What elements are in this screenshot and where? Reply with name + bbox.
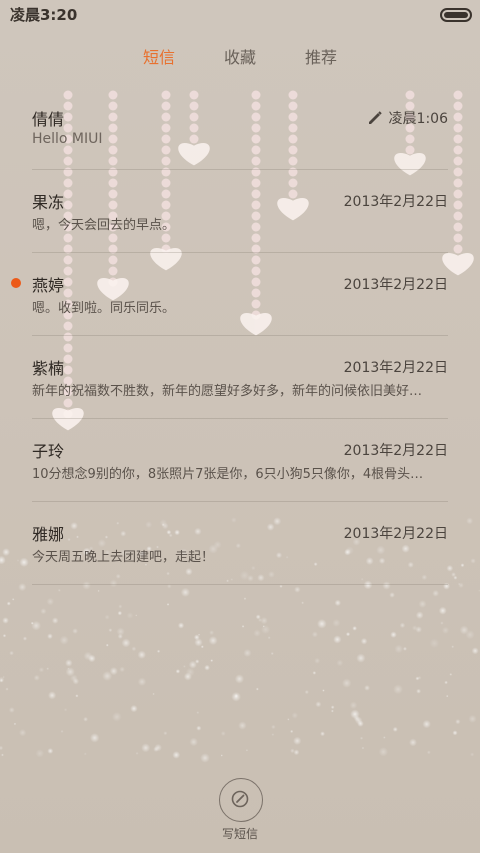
row-divider [32,418,448,419]
row-divider [32,169,448,170]
message-snippet: 10分想念9别的你，8张照片7张是你，6只小狗5只像你，4根骨头… [32,467,424,482]
contact-name: 子玲 [32,442,65,461]
conversation-row[interactable]: 子玲 2013年2月22日 10分想念9别的你，8张照片7张是你，6只小狗5只像… [0,420,480,502]
status-time: 凌晨3:20 [10,6,78,24]
contact-name: 雅娜 [32,525,65,544]
message-date: 2013年2月22日 [343,443,448,459]
row-divider [32,501,448,502]
message-snippet: 新年的祝福数不胜数，新年的愿望好多好多，新年的问候依旧美好… [32,384,423,399]
message-snippet: 嗯。收到啦。同乐同乐。 [32,301,176,316]
tab-recommended[interactable]: 推荐 [291,44,351,68]
contact-name: 倩倩 [32,110,65,129]
message-snippet: 嗯，今天会回去的早点。 [32,218,176,233]
status-bar: 凌晨3:20 [0,0,480,28]
tab-favorites[interactable]: 收藏 [210,44,270,68]
conversation-row[interactable]: 燕婷 2013年2月22日 嗯。收到啦。同乐同乐。 [0,254,480,336]
conversation-row[interactable]: 紫楠 2013年2月22日 新年的祝福数不胜数，新年的愿望好多好多，新年的问候依… [0,337,480,419]
contact-name: 果冻 [32,193,65,212]
row-divider [32,584,448,585]
conversation-row[interactable]: 倩倩 凌晨1:06 Hello MIUI [0,88,480,170]
conversation-row[interactable]: 雅娜 2013年2月22日 今天周五晚上去团建吧，走起！ [0,503,480,585]
compose-icon [231,790,249,808]
tab-bar: 短信 收藏 推荐 [0,44,480,70]
row-divider [32,252,448,253]
compose-button[interactable] [219,778,263,822]
message-date: 2013年2月22日 [343,277,448,293]
draft-pencil-icon [369,111,382,124]
message-date: 2013年2月22日 [343,526,448,542]
message-date: 凌晨1:06 [388,111,448,127]
message-date: 2013年2月22日 [343,194,448,210]
conversation-row[interactable]: 果冻 2013年2月22日 嗯，今天会回去的早点。 [0,171,480,253]
battery-icon [440,8,472,22]
row-divider [32,335,448,336]
message-snippet: 今天周五晚上去团建吧，走起！ [32,550,215,565]
compose-label[interactable]: 写短信 [0,825,480,842]
message-snippet: Hello MIUI [32,131,103,147]
unread-dot-icon [11,278,21,288]
contact-name: 燕婷 [32,276,65,295]
message-date: 2013年2月22日 [343,360,448,376]
tab-messages[interactable]: 短信 [129,44,189,68]
contact-name: 紫楠 [32,359,65,378]
